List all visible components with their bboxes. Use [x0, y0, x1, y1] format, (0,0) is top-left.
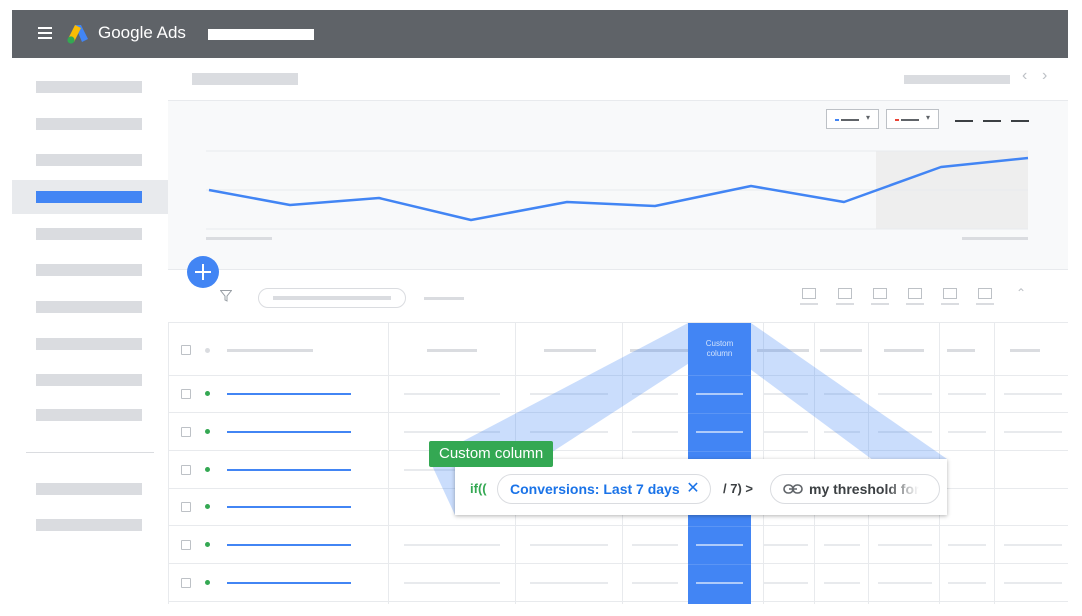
custom-column-header[interactable]: Custom column	[688, 339, 751, 359]
formula-operator: / 7) >	[723, 481, 753, 496]
row-checkbox[interactable]	[181, 502, 191, 512]
page-title	[192, 73, 298, 85]
campaign-name-link[interactable]	[227, 431, 351, 433]
row-checkbox[interactable]	[181, 578, 191, 588]
variable-chip-label: my threshold for	[809, 481, 920, 497]
add-icon[interactable]	[187, 256, 219, 288]
formula-function: if((	[470, 481, 487, 496]
chart-plot	[206, 150, 1029, 240]
link-icon	[783, 484, 803, 494]
chevron-right-icon[interactable]: ›	[1042, 67, 1047, 85]
sidebar-item[interactable]	[36, 118, 142, 130]
sidebar-item[interactable]	[36, 154, 142, 166]
sidebar-item[interactable]	[36, 483, 142, 495]
top-app-bar: Google Ads	[12, 10, 1068, 58]
variable-chip[interactable]: my threshold for	[770, 474, 940, 504]
column-header[interactable]	[544, 349, 596, 352]
sidebar-item[interactable]	[36, 81, 142, 93]
column-header[interactable]	[227, 349, 313, 352]
google-ads-logo-icon	[67, 25, 88, 44]
chevron-left-icon[interactable]: ‹	[1022, 67, 1027, 85]
sidebar-item[interactable]	[36, 264, 142, 276]
custom-column-formula-editor[interactable]: if(( Conversions: Last 7 days ✕ / 7) > m…	[455, 459, 947, 515]
column-header[interactable]	[1010, 349, 1040, 352]
add-filter-link[interactable]	[424, 297, 464, 300]
row-checkbox[interactable]	[181, 540, 191, 550]
campaign-name-link[interactable]	[227, 469, 351, 471]
performance-chart: ▾ ▾	[168, 101, 1068, 270]
table-row[interactable]	[168, 375, 1068, 413]
menu-icon[interactable]	[38, 27, 52, 39]
filter-chip[interactable]	[258, 288, 406, 308]
sidebar-item[interactable]	[36, 374, 142, 386]
sidebar-item-active[interactable]	[36, 191, 142, 203]
filter-bar: ⌃	[168, 270, 1068, 323]
campaign-name-link[interactable]	[227, 544, 351, 546]
sidebar-item[interactable]	[36, 228, 142, 240]
brand-name: Google Ads	[98, 23, 186, 42]
page-header: ‹ ›	[168, 58, 1068, 101]
column-header[interactable]	[820, 349, 862, 352]
row-checkbox[interactable]	[181, 465, 191, 475]
filter-icon[interactable]	[220, 290, 232, 302]
custom-column-tag: Custom column	[429, 441, 554, 467]
table-tool-icon[interactable]	[871, 288, 889, 305]
sidebar-item[interactable]	[36, 519, 142, 531]
status-dot-enabled	[205, 504, 210, 509]
status-dot-enabled	[205, 429, 210, 434]
column-header[interactable]	[427, 349, 477, 352]
sidebar	[12, 58, 169, 604]
axis-label-end	[962, 237, 1028, 240]
campaign-name-link[interactable]	[227, 506, 351, 508]
sidebar-item[interactable]	[36, 409, 142, 421]
sidebar-divider	[26, 452, 154, 453]
table-tool-icon[interactable]	[906, 288, 924, 305]
table-tool-icon[interactable]	[836, 288, 854, 305]
campaign-name-link[interactable]	[227, 393, 351, 395]
row-checkbox[interactable]	[181, 389, 191, 399]
campaign-name-link[interactable]	[227, 582, 351, 584]
table-row[interactable]	[168, 526, 1068, 564]
status-dot-enabled	[205, 580, 210, 585]
row-checkbox[interactable]	[181, 427, 191, 437]
column-header[interactable]	[757, 349, 809, 352]
table-row[interactable]	[168, 564, 1068, 602]
axis-label-start	[206, 237, 272, 240]
table-header-row	[168, 323, 1068, 376]
status-dot-enabled	[205, 391, 210, 396]
close-icon[interactable]: ✕	[686, 475, 699, 503]
status-dot-enabled	[205, 542, 210, 547]
sidebar-item[interactable]	[36, 301, 142, 313]
metric-chip-label: Conversions: Last 7 days	[510, 481, 680, 497]
column-header[interactable]	[884, 349, 924, 352]
sidebar-item[interactable]	[36, 338, 142, 350]
google-ads-window: Google Ads ‹ › ▾ ▾ ⌃ Custom column if((…	[12, 10, 1068, 604]
column-header[interactable]	[630, 349, 688, 352]
account-selector[interactable]	[208, 29, 314, 40]
status-header-dot	[205, 348, 210, 353]
select-all-checkbox[interactable]	[181, 345, 191, 355]
collapse-icon[interactable]: ⌃	[1016, 286, 1026, 300]
table-row[interactable]	[168, 413, 1068, 451]
table-tool-icon[interactable]	[800, 288, 818, 305]
table-tool-icon[interactable]	[976, 288, 994, 305]
metric-chip[interactable]: Conversions: Last 7 days ✕	[497, 474, 711, 504]
column-header[interactable]	[947, 349, 975, 352]
date-range-selector[interactable]	[904, 75, 1010, 84]
table-tool-icon[interactable]	[941, 288, 959, 305]
status-dot-enabled	[205, 467, 210, 472]
